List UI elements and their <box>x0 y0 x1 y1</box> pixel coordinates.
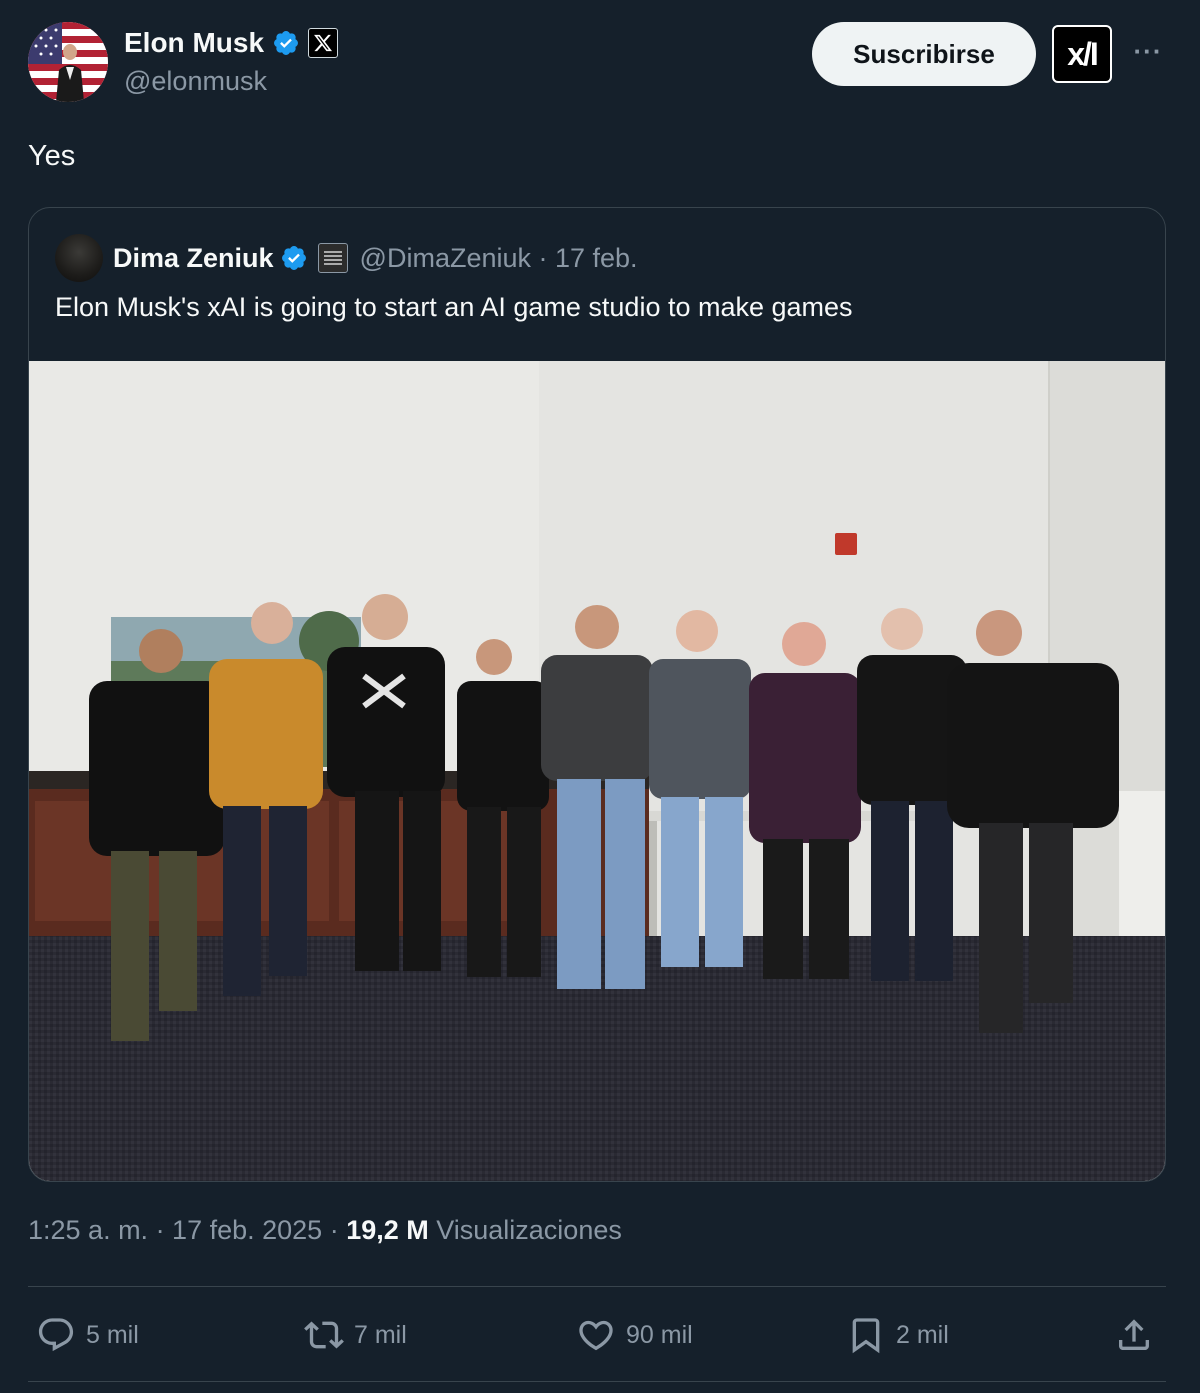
like-count: 90 mil <box>626 1320 693 1349</box>
author-name[interactable]: Elon Musk <box>124 27 264 59</box>
quote-author-avatar <box>55 234 103 282</box>
share-icon <box>1119 1319 1149 1350</box>
quoted-tweet[interactable]: Dima Zeniuk @DimaZeniuk · 17 feb. Elon M… <box>28 207 1166 1182</box>
verified-icon <box>274 31 298 55</box>
more-icon[interactable]: ··· <box>1128 36 1168 72</box>
affiliate-badge-icon <box>317 243 348 273</box>
tweet-text: Yes <box>28 140 76 172</box>
repost-count: 7 mil <box>354 1320 407 1349</box>
views-label: Visualizaciones <box>428 1215 622 1245</box>
timestamp-row: 1:25 a. m. · 17 feb. 2025 · 19,2 M Visua… <box>28 1215 622 1246</box>
subscribe-button[interactable]: Suscribirse <box>812 22 1036 86</box>
divider <box>28 1286 1166 1287</box>
quote-meta: @DimaZeniuk · 17 feb. <box>359 242 638 273</box>
reply-count: 5 mil <box>86 1320 139 1349</box>
quote-text: Elon Musk's xAI is going to start an AI … <box>55 292 853 322</box>
bookmark-count: 2 mil <box>896 1320 949 1349</box>
quote-photo[interactable] <box>29 361 1165 1181</box>
author-handle[interactable]: @elonmusk <box>124 66 338 97</box>
fire-alarm <box>835 533 857 555</box>
like-icon <box>579 1320 613 1351</box>
like-button[interactable]: 90 mil <box>576 1315 693 1355</box>
reply-icon <box>38 1318 74 1352</box>
divider <box>28 1381 1166 1382</box>
share-button[interactable] <box>1114 1315 1164 1355</box>
tweet-header: Elon Musk @elonmusk Suscribirse x/I ··· <box>28 22 1172 102</box>
quote-author-name: Dima Zeniuk <box>113 242 274 273</box>
verified-icon <box>281 246 306 270</box>
x-icon <box>308 28 339 58</box>
action-bar: 5 mil 7 mil 90 mil 2 mil <box>28 1305 1166 1367</box>
author-avatar[interactable] <box>28 22 108 102</box>
reply-button[interactable]: 5 mil <box>36 1315 139 1355</box>
repost-button[interactable]: 7 mil <box>304 1315 407 1355</box>
timestamp[interactable]: 1:25 a. m. · 17 feb. 2025 · <box>28 1215 346 1245</box>
repost-icon <box>304 1321 344 1349</box>
xai-affiliate-logo[interactable]: x/I <box>1052 25 1112 83</box>
person-5 <box>541 605 653 989</box>
views-count: 19,2 M <box>346 1215 429 1245</box>
bookmark-button[interactable]: 2 mil <box>846 1315 949 1355</box>
bookmark-icon <box>852 1318 880 1354</box>
